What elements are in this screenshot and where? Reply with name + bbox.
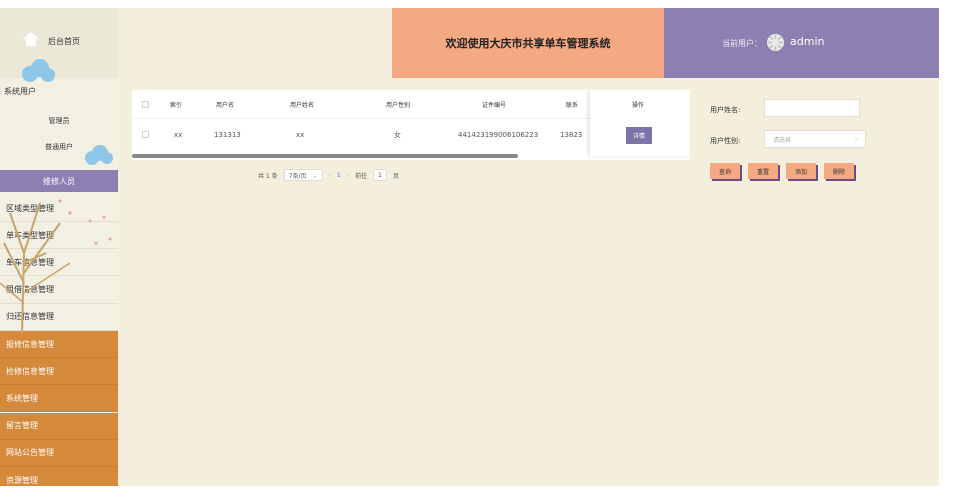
avatar-icon[interactable] [766,33,785,52]
goto-suffix: 页 [393,172,400,180]
current-user-label: 当前用户： [722,39,762,48]
prev-page-button[interactable]: ‹ [329,172,331,179]
next-page-button[interactable]: › [347,172,349,179]
column-header: 用户名 [216,101,235,109]
column-header-action: 操作 [632,101,645,109]
chevron-down-icon: ⌄ [853,135,859,142]
sidebar-item-rental-info[interactable]: 租借信息管理 [0,277,118,304]
sidebar-item-bike-type[interactable]: 单车类型管理 [0,222,118,250]
column-header: 证件编号 [482,101,507,109]
gender-placeholder: 请选择 [773,136,792,144]
add-button[interactable]: 添加 [786,163,816,179]
sidebar-item-message[interactable]: 留言管理 [0,412,118,440]
gender-select[interactable]: 请选择 ⌄ [764,130,866,148]
data-table: 索引 用户名 用户姓名 用户性别 证件编号 联系 xx 131313 xx 女 … [132,90,690,160]
sidebar: 后台首页 系统用户 管理员 普通用户 维修人员 区域类型管理 单车类型管理 单车信息… [0,8,118,486]
column-header: 用户姓名 [290,101,315,109]
query-button[interactable]: 查询 [710,163,740,179]
current-page[interactable]: 1 [337,172,341,179]
home-label: 后台首页 [48,37,80,46]
cell-id-number: 441423199006106223 [458,130,539,139]
sidebar-item-repair-report[interactable]: 报修信息管理 [0,331,118,358]
sidebar-item-resource[interactable]: 资源管理 [0,467,118,486]
sidebar-item-repair-staff[interactable]: 维修人员 [0,170,118,192]
cell-username: 131313 [214,130,241,139]
cloud-icon [22,59,55,82]
horizontal-scrollbar[interactable] [132,154,518,158]
pagination-total: 共 1 条 [258,172,278,180]
search-buttons: 查询 重置 添加 删除 [710,163,854,179]
name-label: 用户姓名: [710,106,741,114]
current-user-name: admin [790,35,825,48]
fixed-action-column: 操作 详情 [590,90,690,156]
gender-label: 用户性别: [710,137,741,145]
cloud-icon [85,145,113,165]
search-panel: 用户姓名: 用户性别: 请选择 ⌄ 查询 重置 添加 删除 [698,90,922,190]
row-checkbox[interactable] [142,131,149,138]
sidebar-system-users[interactable]: 系统用户 [4,86,36,97]
sidebar-item-region-type[interactable]: 区域类型管理 [0,195,118,222]
header-user: 当前用户： admin [664,8,939,78]
main-content: 索引 用户名 用户姓名 用户性别 证件编号 联系 xx 131313 xx 女 … [118,78,939,486]
sidebar-item-announcement[interactable]: 网站公告管理 [0,439,118,467]
goto-prefix: 前往 [355,172,368,180]
reset-button[interactable]: 重置 [748,163,778,179]
sidebar-item-system[interactable]: 系统管理 [0,385,118,413]
sidebar-item-admins[interactable]: 管理员 [0,116,118,126]
page-size-select[interactable]: 7条/页 ⌄ [283,169,323,181]
chevron-down-icon: ⌄ [312,171,318,179]
pagination: 共 1 条 7条/页 ⌄ ‹ 1 › 前往 1 页 [258,168,399,182]
detail-button[interactable]: 详情 [626,127,652,144]
cell-gender: 女 [394,130,401,139]
name-input[interactable] [764,99,860,117]
sidebar-item-bike-info[interactable]: 单车信息管理 [0,249,118,277]
sidebar-item-return-info[interactable]: 归还信息管理 [0,304,118,331]
delete-button[interactable]: 删除 [824,163,854,179]
cell-index: xx [174,130,183,139]
goto-page-input[interactable]: 1 [373,169,387,181]
header-left [118,8,392,78]
column-header: 联系 [566,101,579,109]
sidebar-home[interactable]: 后台首页 [0,8,118,82]
home-icon [23,32,39,46]
column-header: 用户性别 [386,101,411,109]
page-title: 欢迎使用大庆市共享单车管理系统 [392,8,664,78]
select-all-checkbox[interactable] [142,100,149,108]
sidebar-item-inspection[interactable]: 检修信息管理 [0,358,118,386]
cell-phone: 13823 [560,130,583,139]
app-root: 后台首页 系统用户 管理员 普通用户 维修人员 区域类型管理 单车类型管理 单车信息… [0,0,955,493]
column-header: 索引 [170,101,183,109]
cell-name: xx [296,130,305,139]
